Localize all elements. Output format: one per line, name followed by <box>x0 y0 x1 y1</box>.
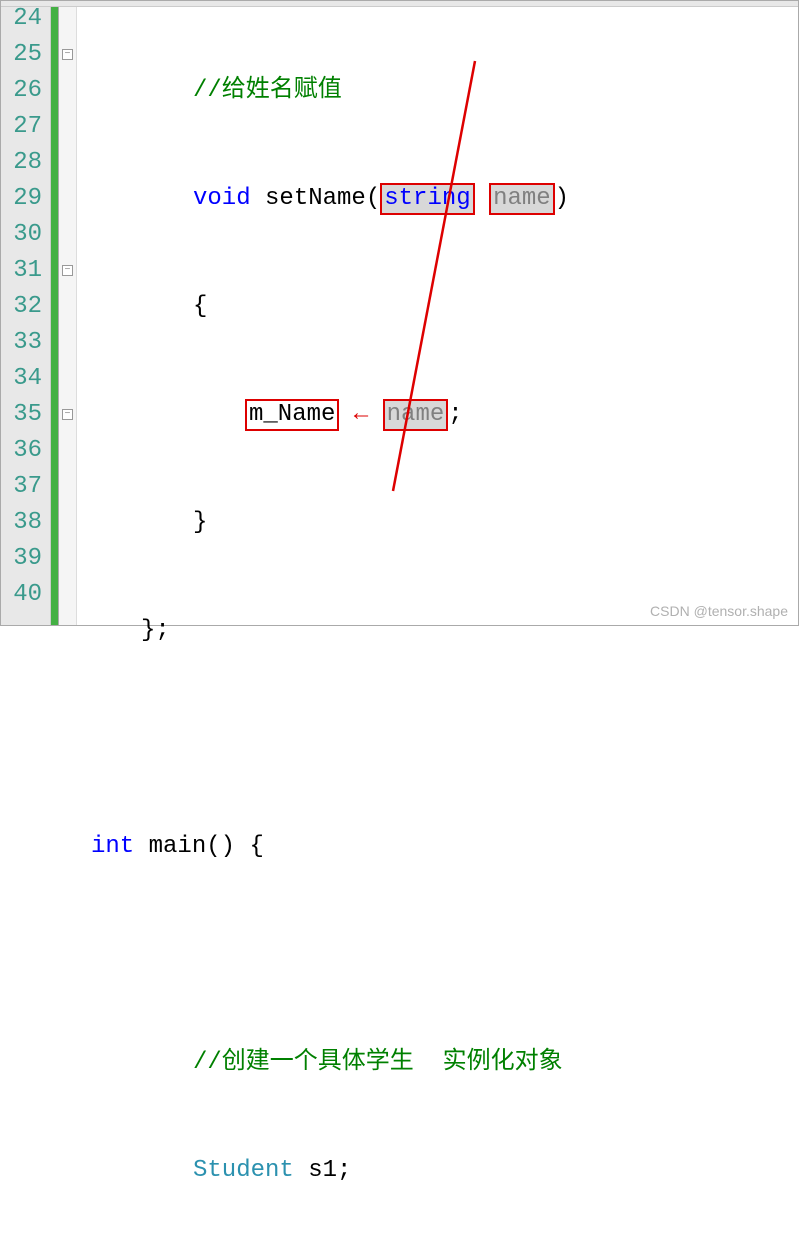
keyword-void: void <box>193 185 251 212</box>
fold-toggle-icon[interactable]: − <box>62 265 73 276</box>
line-number: 30 <box>1 217 42 253</box>
paren-close: ) <box>555 185 569 212</box>
change-marker-column <box>51 1 59 625</box>
line-number: 26 <box>1 73 42 109</box>
comment: //给姓名赋值 <box>193 77 342 104</box>
line-number: 29 <box>1 181 42 217</box>
annotation-box-param-name: name <box>489 183 555 215</box>
line-number: 33 <box>1 325 42 361</box>
line-number: 38 <box>1 505 42 541</box>
line-number: 39 <box>1 541 42 577</box>
keyword-int: int <box>91 833 134 860</box>
brace-close: } <box>193 509 207 536</box>
line-number-gutter: 24 25 26 27 28 29 30 31 32 33 34 35 36 3… <box>1 1 51 625</box>
semicolon: ; <box>448 401 462 428</box>
main-decl: main() { <box>134 833 264 860</box>
brace-open: { <box>193 293 207 320</box>
line-number: 28 <box>1 145 42 181</box>
line-number: 36 <box>1 433 42 469</box>
line-number: 27 <box>1 109 42 145</box>
line-number: 35 <box>1 397 42 433</box>
var-decl: s1; <box>294 1157 352 1184</box>
comment: //创建一个具体学生 实例化对象 <box>193 1049 563 1076</box>
watermark: CSDN @tensor.shape <box>650 603 788 619</box>
fold-column: − − − <box>59 1 77 625</box>
annotation-box-lhs: m_Name <box>245 399 339 431</box>
class-close: }; <box>141 617 170 644</box>
line-number: 31 <box>1 253 42 289</box>
function-name: setName( <box>251 185 381 212</box>
line-number: 37 <box>1 469 42 505</box>
arrow-icon: ← <box>354 401 368 428</box>
fold-toggle-icon[interactable]: − <box>62 49 73 60</box>
class-name: Student <box>193 1157 294 1184</box>
line-number: 40 <box>1 577 42 613</box>
code-area[interactable]: //给姓名赋值 void setName(string name) { m_Na… <box>77 1 798 625</box>
annotation-box-string: string <box>380 183 474 215</box>
annotation-box-rhs: name <box>383 399 449 431</box>
line-number: 34 <box>1 361 42 397</box>
line-number: 32 <box>1 289 42 325</box>
line-number: 25 <box>1 37 42 73</box>
code-editor: 24 25 26 27 28 29 30 31 32 33 34 35 36 3… <box>1 1 798 625</box>
fold-toggle-icon[interactable]: − <box>62 409 73 420</box>
